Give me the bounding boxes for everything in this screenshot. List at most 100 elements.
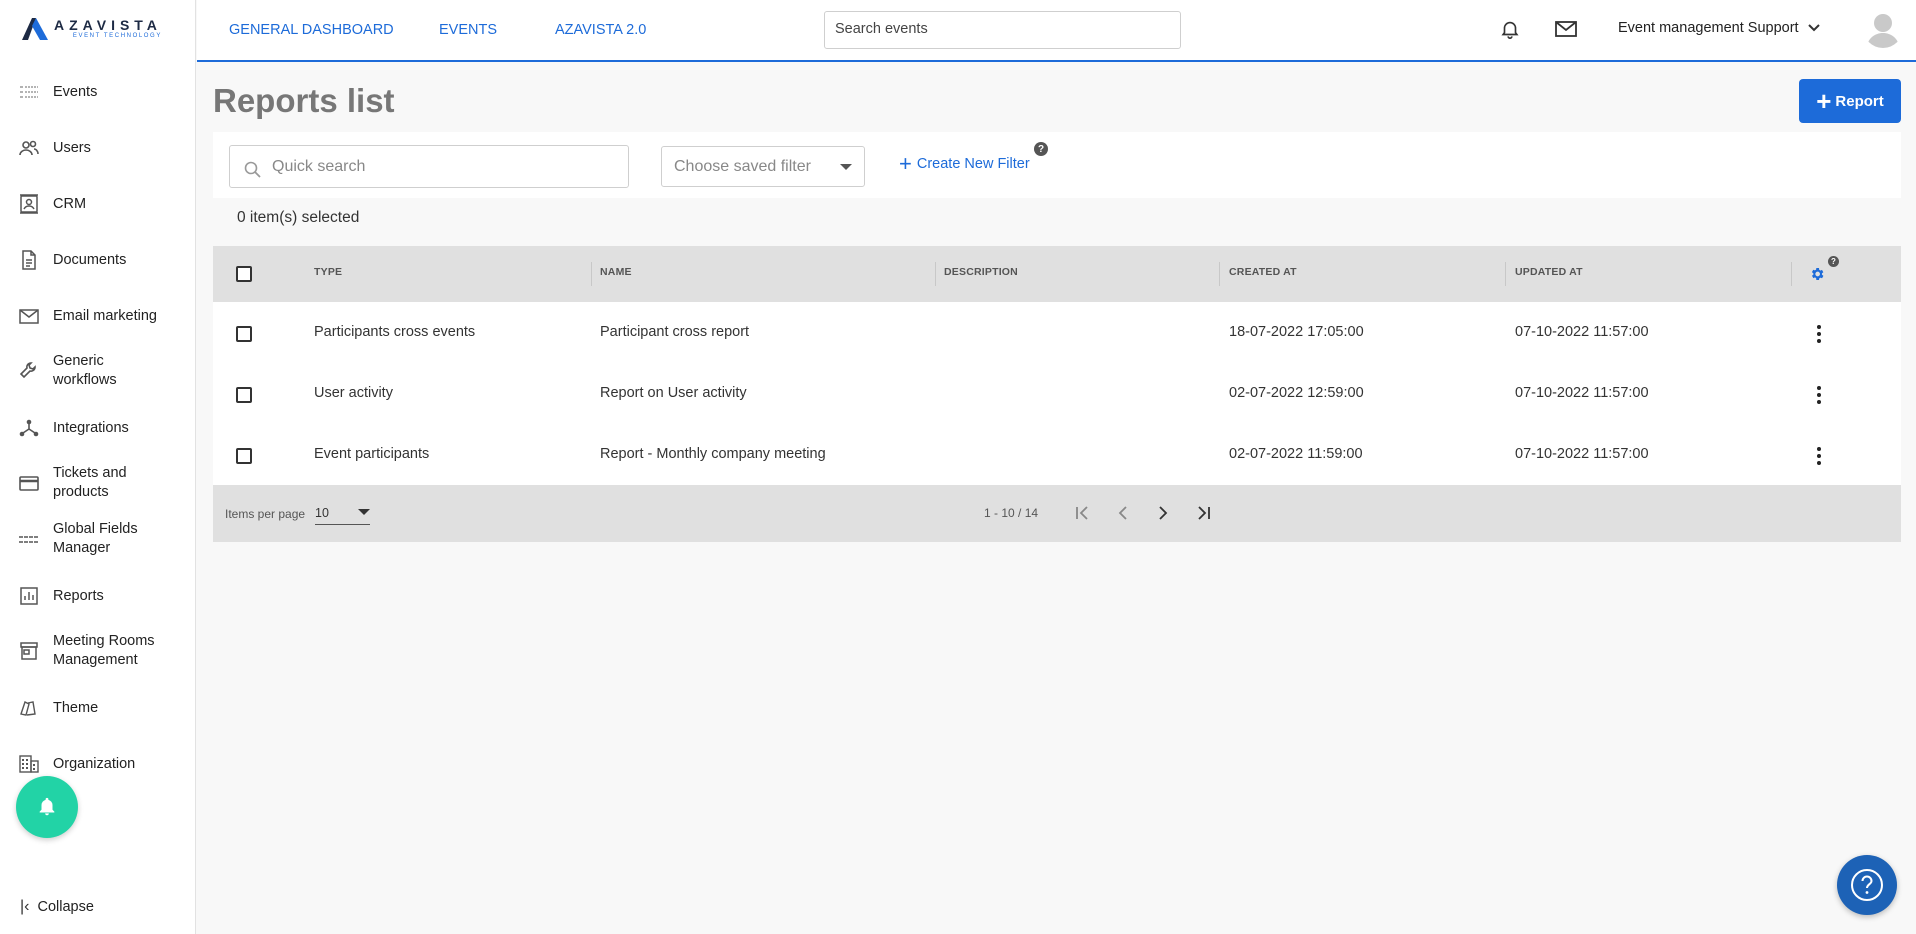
column-divider (1791, 262, 1792, 286)
notifications-fab[interactable] (16, 776, 78, 838)
quick-search-input[interactable]: Quick search (229, 145, 629, 188)
sidebar-item-label: Documents (53, 251, 127, 268)
mail-icon[interactable] (1554, 18, 1578, 42)
column-header-description[interactable]: DESCRIPTION (944, 266, 1018, 278)
page-range: 1 - 10 / 14 (984, 506, 1039, 520)
chevron-down-icon (1807, 24, 1820, 32)
cell-type: User activity (314, 385, 393, 401)
cell-created: 02-07-2022 11:59:00 (1229, 446, 1363, 462)
sidebar-item-theme[interactable]: Theme (18, 697, 98, 719)
cell-name: Report on User activity (600, 385, 747, 401)
reports-table: TYPE NAME DESCRIPTION CREATED AT UPDATED… (213, 246, 1901, 542)
wrench-icon (18, 360, 40, 382)
table-row[interactable]: Event participants Report - Monthly comp… (213, 424, 1901, 485)
column-divider (935, 262, 936, 286)
sidebar-item-label: Meeting Rooms Management (53, 633, 155, 668)
column-divider (1505, 262, 1506, 286)
cell-type: Participants cross events (314, 324, 476, 340)
fields-icon (18, 528, 40, 550)
row-checkbox[interactable] (236, 326, 252, 342)
azavista-logo[interactable]: AZAVISTA EVENT TECHNOLOGY (22, 18, 162, 40)
column-header-updated[interactable]: UPDATED AT (1515, 266, 1583, 278)
previous-page-icon[interactable] (1111, 501, 1135, 525)
sidebar-item-label: Generic workflows (53, 353, 117, 388)
document-icon (18, 249, 40, 271)
sidebar-item-crm[interactable]: CRM (18, 193, 86, 215)
quick-search-placeholder: Quick search (272, 157, 366, 175)
column-header-created[interactable]: CREATED AT (1229, 266, 1297, 278)
select-all-checkbox[interactable] (236, 266, 252, 282)
bell-icon[interactable] (1499, 18, 1523, 42)
plus-icon: + (1816, 86, 1832, 116)
help-icon[interactable]: ? (1828, 256, 1839, 267)
collapse-button[interactable]: |‹ Collapse (20, 898, 94, 916)
more-actions-icon[interactable] (1816, 385, 1822, 405)
collapse-label: Collapse (37, 899, 94, 915)
column-settings-icon[interactable] (1809, 266, 1825, 287)
sidebar-item-integrations[interactable]: Integrations (18, 417, 129, 439)
user-name: Event management Support (1618, 20, 1799, 36)
sidebar-item-tickets-products[interactable]: Tickets and products (18, 464, 163, 502)
cell-type: Event participants (314, 446, 430, 462)
users-icon (18, 137, 40, 159)
filter-bar: Quick search Choose saved filter + Creat… (213, 132, 1901, 198)
bar-chart-icon (18, 585, 40, 607)
help-fab[interactable] (1837, 855, 1897, 915)
add-report-button[interactable]: + Report (1799, 79, 1901, 123)
contact-card-icon (18, 193, 40, 215)
dropdown-arrow-icon (840, 163, 852, 170)
integrations-icon (18, 417, 40, 439)
sidebar-item-organization[interactable]: Organization (18, 753, 135, 775)
sidebar-item-generic-workflows[interactable]: Generic workflows (18, 352, 163, 390)
nav-events[interactable]: EVENTS (439, 22, 497, 38)
nav-azavista-2[interactable]: AZAVISTA 2.0 (555, 22, 646, 38)
add-report-label: Report (1835, 92, 1884, 110)
sidebar-item-email-marketing[interactable]: Email marketing (18, 305, 157, 327)
next-page-icon[interactable] (1151, 501, 1175, 525)
sidebar-item-label: Theme (53, 699, 99, 716)
row-checkbox[interactable] (236, 448, 252, 464)
nav-general-dashboard[interactable]: GENERAL DASHBOARD (229, 22, 394, 38)
items-per-page-select[interactable]: 10 (315, 503, 370, 525)
cell-created: 18-07-2022 17:05:00 (1229, 324, 1364, 340)
saved-filter-select[interactable]: Choose saved filter (661, 146, 865, 187)
logo-tagline: EVENT TECHNOLOGY (72, 33, 162, 39)
user-menu[interactable]: Event management Support (1618, 20, 1821, 36)
sidebar-item-documents[interactable]: Documents (18, 249, 126, 271)
create-filter-button[interactable]: + Create New Filter (899, 151, 1030, 176)
sidebar-item-reports[interactable]: Reports (18, 585, 104, 607)
sidebar-item-label: Organization (53, 755, 136, 772)
sidebar-item-meeting-rooms[interactable]: Meeting Rooms Management (18, 632, 173, 670)
selected-count: 0 item(s) selected (237, 209, 360, 226)
row-checkbox[interactable] (236, 387, 252, 403)
sidebar-item-users[interactable]: Users (18, 137, 91, 159)
last-page-icon[interactable] (1191, 501, 1215, 525)
column-header-type[interactable]: TYPE (314, 266, 342, 278)
sidebar-item-events[interactable]: Events (18, 81, 97, 103)
avatar[interactable] (1863, 8, 1903, 48)
sidebar: AZAVISTA EVENT TECHNOLOGY Events Users C… (0, 0, 196, 934)
theme-icon (18, 697, 40, 719)
column-divider (591, 262, 592, 286)
cell-name: Participant cross report (600, 324, 750, 340)
table-body: Participants cross events Participant cr… (213, 302, 1901, 485)
events-list-icon (18, 81, 40, 103)
sidebar-item-label: Users (53, 139, 91, 156)
column-header-name[interactable]: NAME (600, 266, 632, 278)
more-actions-icon[interactable] (1816, 324, 1822, 344)
event-search-input[interactable]: Search events (824, 11, 1181, 49)
table-row[interactable]: User activity Report on User activity 02… (213, 363, 1901, 424)
more-actions-icon[interactable] (1816, 446, 1822, 466)
bell-icon (39, 797, 55, 816)
help-icon[interactable]: ? (1034, 142, 1048, 156)
table-row[interactable]: Participants cross events Participant cr… (213, 302, 1901, 363)
cell-created: 02-07-2022 12:59:00 (1229, 385, 1364, 401)
sidebar-item-global-fields[interactable]: Global Fields Manager (18, 520, 163, 558)
column-divider (1219, 262, 1220, 286)
sidebar-item-label: Tickets and products (53, 465, 127, 500)
items-per-page-value: 10 (315, 506, 329, 520)
cell-name: Report - Monthly company meeting (600, 446, 826, 462)
card-icon (18, 472, 40, 494)
first-page-icon[interactable] (1071, 501, 1095, 525)
plus-icon: + (899, 151, 912, 176)
